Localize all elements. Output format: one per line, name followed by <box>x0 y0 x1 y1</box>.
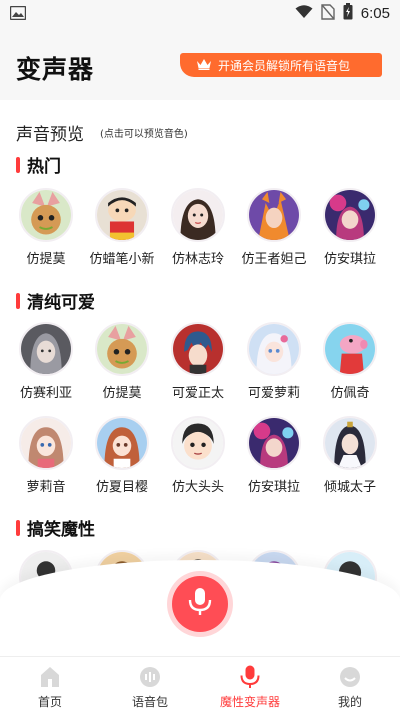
voice-item-seria[interactable]: 仿赛利亚 <box>8 322 84 401</box>
avatar-row-hot: 仿提莫 仿蜡笔小新 仿林志玲 仿王者妲己 仿安琪拉 <box>0 188 400 267</box>
voice-item-label: 仿提莫 <box>102 386 142 401</box>
daji-avatar <box>247 188 301 242</box>
gallery-notification-icon <box>9 5 27 24</box>
voice-item-label: 仿提莫 <box>26 252 66 267</box>
voice-item-prince[interactable]: 倾城太子 <box>312 416 388 495</box>
record-button-core <box>172 576 228 632</box>
nav-home-label: 首页 <box>37 695 62 709</box>
voice-item-loli-voice[interactable]: 萝莉音 <box>8 416 84 495</box>
teemo-avatar <box>19 188 73 242</box>
section-title-funny: 搞笑魔性 <box>16 515 95 540</box>
section-title-cute: 清纯可爱 <box>16 288 95 313</box>
no-sim-icon <box>321 3 335 24</box>
loli-voice-avatar <box>19 416 73 470</box>
voice-item-label: 仿佩奇 <box>330 386 370 401</box>
nav-voice-pack-label: 语音包 <box>131 695 168 709</box>
voice-item-label: 倾城太子 <box>323 480 376 495</box>
wifi-icon <box>295 4 313 23</box>
natsume-avatar <box>95 416 149 470</box>
voice-item-label: 仿安琪拉 <box>323 252 376 267</box>
voice-item-cute-loli[interactable]: 可爱萝莉 <box>236 322 312 401</box>
voice-item-angela-2[interactable]: 仿安琪拉 <box>236 416 312 495</box>
section-title-hot: 热门 <box>16 152 61 177</box>
angela-avatar <box>323 188 377 242</box>
preview-hint: (点击可以预览音色) <box>100 129 188 140</box>
voice-item-label: 仿蜡笔小新 <box>89 252 155 267</box>
app-header: 变声器 开通会员解锁所有语音包 <box>0 26 400 100</box>
voice-item-label: 仿王者妲己 <box>241 252 307 267</box>
nav-voice-changer[interactable]: 魔性变声器 <box>200 657 300 711</box>
voice-item-teemo[interactable]: 仿提莫 <box>8 188 84 267</box>
profile-icon <box>338 665 362 689</box>
voice-item-daji[interactable]: 仿王者妲己 <box>236 188 312 267</box>
prince-avatar <box>323 416 377 470</box>
nav-mine-label: 我的 <box>337 695 362 709</box>
voice-item-label: 仿大头头 <box>171 480 224 495</box>
vip-unlock-label: 开通会员解锁所有语音包 <box>218 58 351 73</box>
microphone-icon <box>238 665 262 689</box>
voice-item-peppa[interactable]: 仿佩奇 <box>312 322 388 401</box>
avatar-row-cute-1: 仿赛利亚 仿提莫 可爱正太 可爱萝莉 仿佩奇 <box>0 322 400 401</box>
seria-avatar <box>19 322 73 376</box>
voice-item-label: 仿赛利亚 <box>19 386 72 401</box>
status-bar: 6:05 <box>0 0 400 26</box>
nav-voice-changer-label: 魔性变声器 <box>219 695 280 709</box>
section-title-label: 热门 <box>27 157 61 177</box>
nav-mine[interactable]: 我的 <box>300 657 400 711</box>
voice-item-natsume[interactable]: 仿夏目樱 <box>84 416 160 495</box>
shinchan-avatar <box>95 188 149 242</box>
voice-item-teemo-2[interactable]: 仿提莫 <box>84 322 160 401</box>
nav-home[interactable]: 首页 <box>0 657 100 711</box>
nav-voice-pack[interactable]: 语音包 <box>100 657 200 711</box>
lin-zhiling-avatar <box>171 188 225 242</box>
big-head-avatar <box>171 416 225 470</box>
battery-icon <box>343 3 353 24</box>
section-title-label: 搞笑魔性 <box>27 520 95 540</box>
voice-item-label: 仿夏目樱 <box>95 480 148 495</box>
voice-item-cute-boy[interactable]: 可爱正太 <box>160 322 236 401</box>
section-accent-bar <box>16 519 20 536</box>
voice-item-label: 可爱萝莉 <box>247 386 300 401</box>
record-button[interactable] <box>167 571 233 637</box>
voice-item-lin-zhiling[interactable]: 仿林志玲 <box>160 188 236 267</box>
crown-icon <box>196 58 212 73</box>
section-accent-bar <box>16 156 20 173</box>
vip-unlock-button[interactable]: 开通会员解锁所有语音包 <box>180 53 382 77</box>
voice-item-label: 可爱正太 <box>171 386 224 401</box>
voice-item-label: 仿林志玲 <box>171 252 224 267</box>
peppa-avatar <box>323 322 377 376</box>
section-accent-bar <box>16 292 20 309</box>
home-icon <box>38 665 62 689</box>
voice-item-angela[interactable]: 仿安琪拉 <box>312 188 388 267</box>
angela-avatar <box>247 416 301 470</box>
preview-title: 声音预览 <box>16 125 84 145</box>
cute-loli-avatar <box>247 322 301 376</box>
voice-item-shinchan[interactable]: 仿蜡笔小新 <box>84 188 160 267</box>
microphone-icon <box>187 587 213 621</box>
section-title-label: 清纯可爱 <box>27 293 95 313</box>
voice-item-label: 仿安琪拉 <box>247 480 300 495</box>
clock: 6:05 <box>360 5 390 22</box>
cute-boy-avatar <box>171 322 225 376</box>
voice-pack-icon <box>138 665 162 689</box>
voice-item-big-head[interactable]: 仿大头头 <box>160 416 236 495</box>
avatar-row-cute-2: 萝莉音 仿夏目樱 仿大头头 仿安琪拉 倾城太子 <box>0 416 400 495</box>
page-title: 变声器 <box>16 55 95 84</box>
teemo-avatar <box>95 322 149 376</box>
voice-item-label: 萝莉音 <box>26 480 66 495</box>
bottom-nav: 首页 语音包 魔性变声器 我的 <box>0 656 400 711</box>
